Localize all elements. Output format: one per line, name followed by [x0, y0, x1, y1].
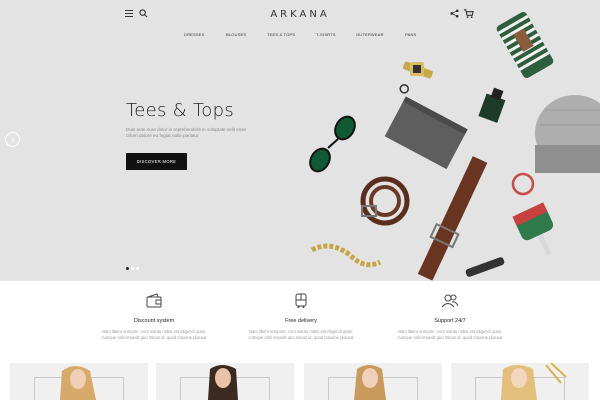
belt-roll-image: [360, 176, 410, 226]
users-icon: [441, 294, 459, 308]
beanie-image: [535, 95, 600, 173]
feature-text: Nam libero tempore, cum soluta nobis est…: [101, 329, 207, 340]
product-card[interactable]: [451, 363, 589, 400]
chain-necklace-image: [310, 243, 382, 268]
perfume-bottle-image: [478, 87, 506, 123]
hero-description: Duis aute irure dolor in reprehenderit i…: [126, 127, 247, 138]
model-photo: [60, 366, 96, 400]
bus-icon: [295, 293, 307, 308]
nav-item-blouses[interactable]: BLOUSES: [226, 32, 246, 37]
belt-image: [417, 156, 488, 281]
watch-image: [403, 61, 433, 79]
feature-text: Nam libero tempore, cum soluta nobis est…: [397, 329, 503, 340]
nav-item-tees-tops[interactable]: TEES & TOPS: [267, 32, 295, 37]
hero-accessories-image: [309, 11, 600, 281]
feature-title: Discount system: [133, 318, 175, 324]
model-photo: [354, 365, 386, 400]
chevron-left-icon: [10, 137, 14, 142]
slider-dot[interactable]: [131, 267, 134, 270]
slider-dot-active[interactable]: [126, 267, 129, 270]
bag-strap-image: [465, 257, 505, 277]
product-card[interactable]: [10, 363, 148, 400]
search-icon[interactable]: [139, 9, 148, 18]
feature-text: Nam libero tempore, cum soluta nobis est…: [248, 329, 354, 340]
nav-item-dresses[interactable]: DRESSES: [184, 32, 205, 37]
slider-prev-button[interactable]: [5, 132, 20, 147]
pouch-image: [384, 84, 468, 170]
wallet-icon: [146, 293, 162, 308]
discover-more-button[interactable]: DISCOVER MORE: [126, 153, 187, 170]
slider-dot[interactable]: [136, 267, 139, 270]
hero-title: Tees & Tops: [126, 100, 234, 121]
feature-title: Free delivery: [285, 318, 317, 324]
lollipop-case-image: [512, 202, 554, 256]
hero-slider: ARKANA DRESSES BLOUSES TEES & TOPS T-SHI…: [0, 0, 600, 281]
feature-title: Support 24/7: [434, 318, 466, 324]
model-photo: [208, 365, 238, 400]
model-photo: [501, 363, 567, 400]
product-card[interactable]: [304, 363, 442, 400]
product-card[interactable]: [156, 363, 294, 400]
menu-icon[interactable]: [125, 10, 133, 18]
phone-case-image: [496, 11, 554, 79]
sunglasses-image: [309, 115, 356, 173]
bracelet-image: [511, 172, 535, 196]
